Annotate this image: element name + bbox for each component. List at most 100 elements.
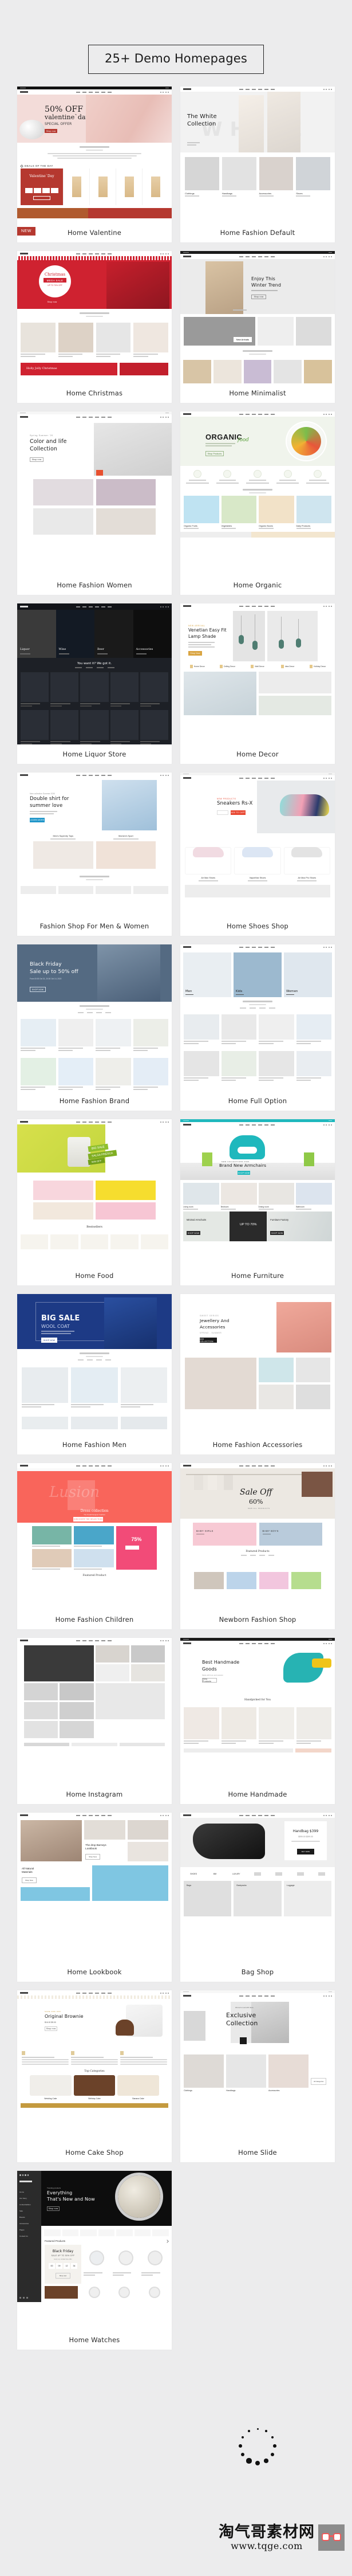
nav-link-item[interactable] bbox=[101, 1814, 106, 1816]
nav-icon[interactable] bbox=[165, 1814, 167, 1816]
lookbook-tile[interactable] bbox=[33, 508, 93, 535]
product-cell[interactable] bbox=[141, 2245, 169, 2284]
nav-link-item[interactable] bbox=[246, 1124, 250, 1126]
nav-link-item[interactable] bbox=[101, 774, 106, 776]
nav-icon[interactable] bbox=[326, 256, 327, 257]
product-cell[interactable] bbox=[71, 1417, 118, 1429]
brand-logo[interactable] bbox=[269, 1871, 288, 1877]
lookbook-tile[interactable] bbox=[96, 508, 156, 535]
product-cell[interactable] bbox=[71, 1367, 118, 1407]
cta-button[interactable]: Shop Now bbox=[188, 651, 202, 656]
nav-link-item[interactable] bbox=[101, 91, 106, 93]
demo-thumbnail[interactable]: NEW COLLECTIONS 2020 Brand New Armchairs S… bbox=[180, 1119, 335, 1266]
nav-icon[interactable] bbox=[323, 777, 325, 779]
nav-link-item[interactable] bbox=[76, 1992, 81, 1994]
brand-logo[interactable] bbox=[44, 2229, 61, 2236]
product-cell[interactable] bbox=[133, 323, 168, 357]
nav-link-item[interactable] bbox=[82, 1465, 87, 1467]
nav-link-item[interactable] bbox=[252, 413, 256, 415]
promo-banner[interactable] bbox=[185, 885, 330, 897]
nav-link-item[interactable] bbox=[76, 1640, 81, 1641]
cta-button[interactable]: SHOP NOW bbox=[30, 987, 46, 992]
nav-link-item[interactable] bbox=[252, 1465, 256, 1467]
nav-link-item[interactable] bbox=[89, 774, 93, 776]
product-cell[interactable] bbox=[116, 168, 142, 205]
demo-card[interactable]: Sale Off 60% NEW ALL PRODUCTS BABY GIRLS BAB… bbox=[180, 1463, 335, 1629]
nav-link-item[interactable] bbox=[258, 1995, 263, 1997]
nav-icon[interactable] bbox=[331, 946, 332, 948]
nav-link-item[interactable] bbox=[101, 1465, 106, 1467]
product-cell[interactable] bbox=[274, 360, 302, 383]
demo-card[interactable]: Enjoy This Winter Trend Shop now New Arriva… bbox=[180, 251, 335, 403]
sidebar-item[interactable]: Accessories bbox=[19, 2221, 39, 2226]
nav-link-item[interactable] bbox=[258, 88, 263, 90]
instagram-tile[interactable] bbox=[24, 1645, 94, 1681]
nav-icon[interactable] bbox=[323, 605, 325, 607]
lookbook-tile[interactable] bbox=[127, 1842, 168, 1861]
nav-link-item[interactable] bbox=[89, 1992, 93, 1994]
nav-icon[interactable] bbox=[163, 774, 164, 776]
brand-logo[interactable] bbox=[98, 2229, 115, 2236]
tile-small[interactable] bbox=[258, 317, 294, 346]
category-cell[interactable]: Accessories bbox=[259, 157, 294, 197]
product-cell[interactable] bbox=[96, 1019, 131, 1051]
category-cell[interactable]: Clothings bbox=[184, 2054, 224, 2092]
nav-icon[interactable] bbox=[326, 1995, 327, 1997]
block-cta[interactable]: Shop Now bbox=[22, 1877, 37, 1884]
nav-link-item[interactable] bbox=[258, 1465, 263, 1467]
filter-tab[interactable] bbox=[74, 667, 82, 668]
category-cell[interactable]: Wine bbox=[56, 610, 94, 658]
nav-icon[interactable] bbox=[163, 606, 164, 607]
filter-tab[interactable] bbox=[105, 1012, 111, 1013]
demo-thumbnail[interactable]: The drop Barneys Lookbook Shop Now All Natu… bbox=[17, 1813, 172, 1962]
nav-link-item[interactable] bbox=[271, 1995, 275, 1997]
instagram-tile[interactable] bbox=[130, 1664, 165, 1681]
lookbook-tile[interactable] bbox=[96, 479, 156, 505]
nav-link-item[interactable] bbox=[239, 605, 244, 607]
filter-tab[interactable] bbox=[250, 1555, 256, 1556]
nav-icon[interactable] bbox=[163, 1640, 164, 1641]
cta-button[interactable]: Shop now bbox=[45, 2026, 57, 2031]
nav-link-item[interactable] bbox=[108, 1992, 112, 1994]
category-cell[interactable]: Wedding Cake bbox=[30, 2075, 72, 2100]
product-cell[interactable] bbox=[110, 2286, 139, 2299]
nav-link-item[interactable] bbox=[82, 253, 87, 254]
nav-icon[interactable] bbox=[326, 413, 327, 415]
category-cell[interactable]: Organic Fruits bbox=[184, 496, 219, 529]
nav-link-item[interactable] bbox=[95, 1640, 100, 1641]
feature-item[interactable]: Idea Decor bbox=[274, 665, 302, 668]
feature-item[interactable]: Home Decor bbox=[183, 665, 212, 668]
nav-link-item[interactable] bbox=[239, 256, 244, 257]
nav-link-item[interactable] bbox=[264, 413, 269, 415]
demo-card[interactable]: Exclusive Collection Women's Look with dre… bbox=[180, 1990, 335, 2162]
filter-tab[interactable] bbox=[96, 1012, 102, 1013]
product-cell[interactable] bbox=[221, 1014, 256, 1044]
demo-card[interactable]: Men Kids Women Home Full Option bbox=[180, 944, 335, 1111]
filter-tab[interactable] bbox=[269, 1007, 275, 1009]
demo-card[interactable]: BIG SALE SALSA FRESCA 50% OFF Bestsellers Ho… bbox=[17, 1119, 172, 1285]
nav-icon[interactable] bbox=[326, 777, 327, 779]
nav-link-item[interactable] bbox=[82, 1814, 87, 1816]
demo-thumbnail[interactable]: Enjoy This Winter Trend Shop now New Arriva… bbox=[180, 251, 335, 383]
product-cell[interactable] bbox=[110, 672, 139, 707]
nav-link-item[interactable] bbox=[95, 1814, 100, 1816]
tile-large[interactable]: New Arrivals bbox=[184, 317, 255, 346]
product-cell[interactable] bbox=[21, 672, 49, 707]
brand-logo[interactable] bbox=[116, 2229, 133, 2236]
nav-icon[interactable] bbox=[165, 1121, 167, 1123]
product-cell[interactable] bbox=[142, 168, 168, 205]
product-cell[interactable] bbox=[140, 1234, 169, 1249]
nav-icon[interactable] bbox=[165, 606, 167, 607]
nav-icon[interactable] bbox=[326, 1814, 327, 1816]
product-cell[interactable] bbox=[296, 1014, 331, 1044]
cta-button[interactable]: SHOP NOW bbox=[187, 1231, 200, 1235]
nav-link-item[interactable] bbox=[108, 1640, 112, 1641]
brand-logo[interactable]: LUXURY bbox=[227, 1871, 246, 1877]
demo-thumbnail[interactable]: Handbag $399 $599.00 $399.00 BUY NOW SHOES M… bbox=[180, 1813, 335, 1962]
cta-button[interactable]: SHOP NOW bbox=[270, 1231, 284, 1235]
product-cell[interactable] bbox=[296, 1707, 331, 1744]
nav-link-item[interactable] bbox=[264, 605, 269, 607]
sidebar-icon[interactable] bbox=[25, 2174, 26, 2176]
product-cell[interactable] bbox=[22, 1367, 69, 1407]
demo-thumbnail[interactable]: ORGANIC food Shop Products Organic Fruits Ve… bbox=[180, 411, 335, 575]
